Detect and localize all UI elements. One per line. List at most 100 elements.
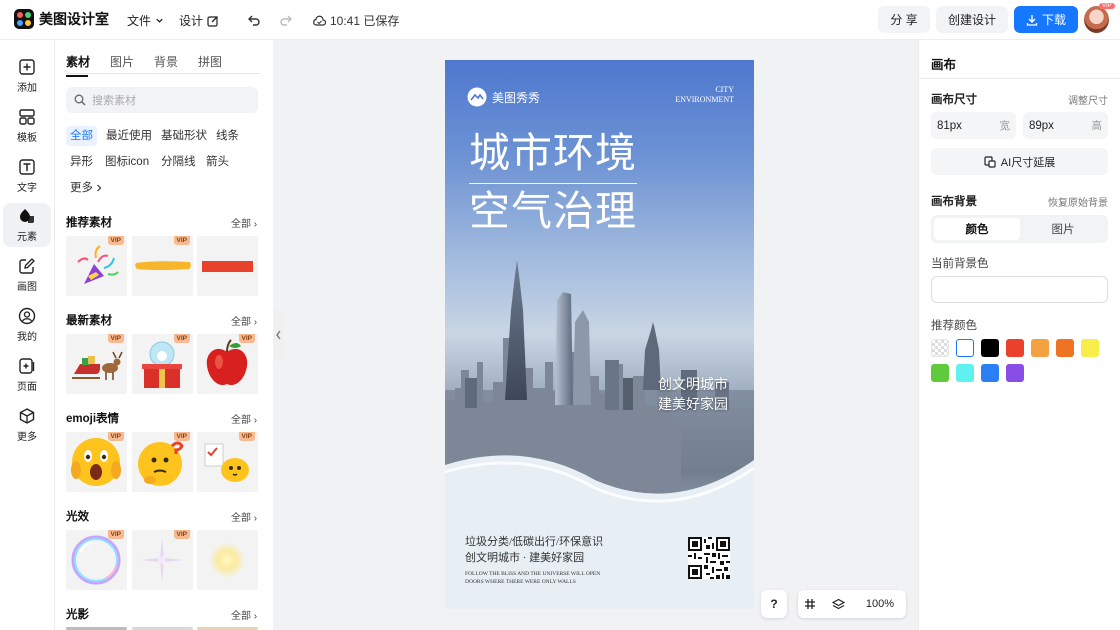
vip-badge: VIP [173, 530, 190, 539]
color-swatch[interactable] [981, 364, 999, 382]
color-swatch[interactable] [1056, 339, 1074, 357]
download-button[interactable]: 下载 [1014, 6, 1078, 33]
thinking-emoji-image [138, 441, 184, 486]
poster-canvas[interactable]: 美图秀秀 CITY ENVIRONMENT 城市环境 空气治理 创文明城市 建美… [445, 60, 754, 609]
poster-footer[interactable]: 垃圾分类/低碳出行/环保意识 创文明城市 · 建美好家园 FOLLOW THE … [465, 534, 603, 586]
asset-thumb-red-bar[interactable] [197, 236, 258, 296]
color-swatch[interactable] [1031, 339, 1049, 357]
red-bar-shape [202, 261, 253, 272]
chip-dividers[interactable]: 分隔线 [157, 152, 200, 172]
search-input[interactable]: 搜索素材 [66, 87, 258, 113]
current-color-label: 当前背景色 [931, 258, 989, 270]
undo-button[interactable] [244, 10, 264, 30]
tab-images[interactable]: 图片 [110, 53, 134, 70]
width-field[interactable]: 81px 宽 [931, 112, 1016, 139]
file-menu[interactable]: 文件 [127, 12, 164, 29]
rail-item-pages[interactable]: 页面 [3, 353, 51, 397]
poster-slogan[interactable]: 创文明城市 建美好家园 [658, 374, 728, 414]
tab-bg-image[interactable]: 图片 [1020, 218, 1106, 240]
asset-thumb-sparkle[interactable]: VIP [132, 530, 193, 590]
section-all-link[interactable]: 全部 › [231, 509, 257, 524]
color-swatch[interactable] [981, 339, 999, 357]
ai-extend-button[interactable]: AI尺寸延展 [931, 148, 1108, 175]
tab-backgrounds[interactable]: 背景 [154, 53, 178, 70]
asset-thumb-confetti[interactable]: VIP [66, 236, 127, 296]
asset-thumb-apple[interactable]: VIP [197, 334, 258, 394]
poster-city-en[interactable]: CITY ENVIRONMENT [675, 85, 734, 105]
asset-thumb-sleigh[interactable]: VIP [66, 334, 127, 394]
brand-logo-icon [467, 87, 487, 107]
tab-materials[interactable]: 素材 [66, 53, 90, 77]
chip-irregular[interactable]: 异形 [66, 152, 97, 172]
layers-icon [831, 598, 845, 609]
asset-thumb-emoji-scared[interactable]: VIP [66, 432, 127, 492]
rail-item-label: 文字 [17, 183, 37, 194]
section-title-latest: 最新素材 [66, 315, 112, 327]
asset-thumb-brush-stroke[interactable]: VIP [132, 236, 193, 296]
redo-button[interactable] [276, 10, 296, 30]
color-swatch[interactable] [1006, 339, 1024, 357]
color-swatch[interactable] [956, 364, 974, 382]
section-all-link[interactable]: 全部 › [231, 411, 257, 426]
restore-bg-link[interactable]: 恢复原始背景 [1048, 194, 1108, 209]
vip-badge: VIP [1099, 3, 1115, 9]
grid-toggle[interactable] [798, 598, 822, 610]
section-all-link[interactable]: 全部 › [231, 313, 257, 328]
chip-icons[interactable]: 图标icon [101, 152, 153, 172]
chip-all[interactable]: 全部 [66, 126, 97, 146]
section-all-link[interactable]: 全部 › [231, 607, 257, 622]
chip-lines[interactable]: 线条 [212, 126, 243, 146]
poster-title[interactable]: 城市环境 空气治理 [469, 126, 637, 239]
create-design-button[interactable]: 创建设计 [936, 6, 1008, 33]
share-button[interactable]: 分 享 [878, 6, 930, 33]
rail-item-mine[interactable]: 我的 [3, 303, 51, 347]
tab-collage[interactable]: 拼图 [198, 53, 222, 70]
rail-item-label: 添加 [17, 83, 37, 94]
app-logo-icon [14, 9, 34, 29]
christmas-sleigh-image [72, 351, 123, 380]
section-all-link[interactable]: 全部 › [231, 215, 257, 230]
scared-emoji-image [71, 438, 121, 486]
layers-button[interactable] [822, 598, 854, 611]
chip-recent[interactable]: 最近使用 [102, 126, 156, 146]
asset-thumb-bubble[interactable]: VIP [66, 530, 127, 590]
user-avatar[interactable] [1084, 6, 1109, 33]
color-swatch[interactable] [1081, 339, 1099, 357]
rail-item-more[interactable]: 更多 [3, 403, 51, 447]
chip-basic-shapes[interactable]: 基础形状 [157, 126, 211, 146]
qr-code-image [688, 537, 730, 579]
asset-thumb-emoji-checklist[interactable]: VIP [197, 432, 258, 492]
help-button[interactable]: ? [761, 590, 787, 618]
app-logo[interactable]: 美图设计室 [14, 9, 109, 29]
ai-extend-label: AI尺寸延展 [1000, 156, 1056, 169]
rail-item-elements[interactable]: 元素 [3, 203, 51, 247]
color-swatch[interactable] [956, 339, 974, 357]
color-swatch[interactable] [1006, 364, 1024, 382]
poster-brand[interactable]: 美图秀秀 [467, 87, 540, 107]
rail-item-template[interactable]: 模板 [3, 104, 51, 148]
tab-bg-color[interactable]: 颜色 [934, 218, 1020, 240]
asset-thumb-snowglobe[interactable]: VIP [132, 334, 193, 394]
rail-item-add[interactable]: 添加 [3, 54, 51, 98]
color-swatch[interactable] [931, 364, 949, 382]
design-menu[interactable]: 设计 [179, 12, 219, 29]
current-color-field[interactable] [931, 276, 1108, 303]
rail-item-label: 页面 [17, 382, 37, 393]
collapse-panel-button[interactable] [273, 309, 283, 361]
download-icon [1026, 14, 1038, 26]
rail-item-draw[interactable]: 画图 [3, 253, 51, 297]
zoom-level[interactable]: 100% [854, 598, 906, 610]
chip-more[interactable]: 更多 [66, 178, 107, 198]
top-bar: 美图设计室 文件 设计 10:41 已保存 分 享 创建设计 下载 VIP [0, 0, 1120, 40]
asset-thumb-glow[interactable] [197, 530, 258, 590]
rail-item-text[interactable]: 文字 [3, 154, 51, 198]
chip-arrows[interactable]: 箭头 [202, 152, 233, 172]
properties-panel: 画布 画布尺寸 调整尺寸 81px 宽 89px 高 AI尺寸延展 画布背景 恢… [918, 40, 1120, 630]
height-field[interactable]: 89px 高 [1023, 112, 1108, 139]
resize-link[interactable]: 调整尺寸 [1068, 92, 1108, 107]
search-icon [74, 94, 86, 106]
asset-thumb-emoji-thinking[interactable]: VIP [132, 432, 193, 492]
plus-square-icon [19, 59, 35, 75]
color-swatch[interactable] [931, 339, 949, 357]
section-all-label: 全部 [231, 415, 251, 426]
